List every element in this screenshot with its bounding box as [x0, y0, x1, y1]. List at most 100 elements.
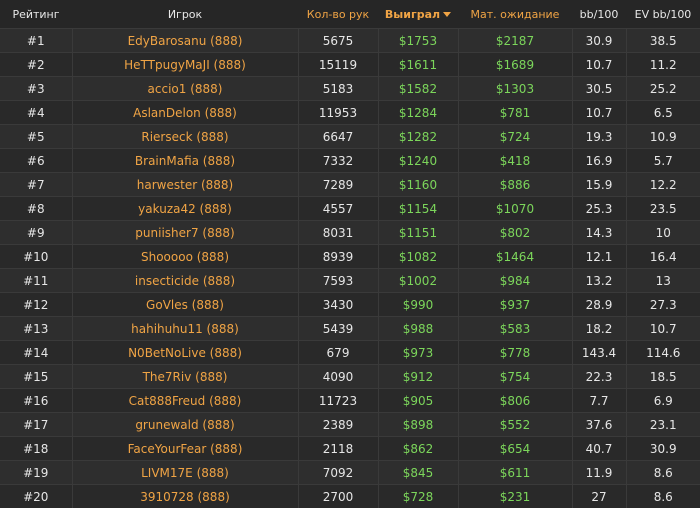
hands-cell: 7593 [298, 269, 378, 293]
won-cell: $1753 [378, 29, 458, 53]
player-link[interactable]: N0BetNoLive (888) [72, 341, 298, 365]
hands-cell: 7092 [298, 461, 378, 485]
ev-cell: $2187 [458, 29, 572, 53]
won-cell: $1240 [378, 149, 458, 173]
rank-cell: #15 [0, 365, 72, 389]
table-row: #14N0BetNoLive (888)679$973$778143.4114.… [0, 341, 700, 365]
won-cell: $973 [378, 341, 458, 365]
player-name[interactable]: Shooooo (888) [141, 250, 229, 264]
evbb100-cell: 16.4 [626, 245, 700, 269]
table-body: #1EdyBarosanu (888)5675$1753$218730.938.… [0, 29, 700, 508]
player-link[interactable]: yakuza42 (888) [72, 197, 298, 221]
player-link[interactable]: GoVles (888) [72, 293, 298, 317]
header-won[interactable]: Выиграл [378, 0, 458, 29]
ev-cell: $1464 [458, 245, 572, 269]
ev-cell: $654 [458, 437, 572, 461]
won-cell: $845 [378, 461, 458, 485]
table-row: #3accio1 (888)5183$1582$130330.525.2 [0, 77, 700, 101]
table-header-row: Рейтинг Игрок Кол-во рук Выиграл Мат. ож… [0, 0, 700, 29]
ev-cell: $937 [458, 293, 572, 317]
bb100-cell: 30.5 [572, 77, 626, 101]
rank-cell: #6 [0, 149, 72, 173]
ev-cell: $724 [458, 125, 572, 149]
hands-cell: 15119 [298, 53, 378, 77]
leaderboard-table: Рейтинг Игрок Кол-во рук Выиграл Мат. ож… [0, 0, 700, 508]
player-link[interactable]: hahihuhu11 (888) [72, 317, 298, 341]
header-hands[interactable]: Кол-во рук [298, 0, 378, 29]
won-cell: $1611 [378, 53, 458, 77]
evbb100-cell: 8.6 [626, 485, 700, 508]
table-row: #2HeTTpugyMaJI (888)15119$1611$168910.71… [0, 53, 700, 77]
won-cell: $1082 [378, 245, 458, 269]
bb100-cell: 10.7 [572, 53, 626, 77]
ev-cell: $778 [458, 341, 572, 365]
bb100-cell: 30.9 [572, 29, 626, 53]
player-link[interactable]: HeTTpugyMaJI (888) [72, 53, 298, 77]
player-name[interactable]: Cat888Freud (888) [129, 394, 242, 408]
header-bb100[interactable]: bb/100 [572, 0, 626, 29]
player-name[interactable]: EdyBarosanu (888) [128, 34, 243, 48]
player-name[interactable]: 3910728 (888) [140, 490, 230, 504]
player-link[interactable]: insecticide (888) [72, 269, 298, 293]
header-rank[interactable]: Рейтинг [0, 0, 72, 29]
evbb100-cell: 23.5 [626, 197, 700, 221]
player-link[interactable]: Shooooo (888) [72, 245, 298, 269]
player-link[interactable]: Rierseck (888) [72, 125, 298, 149]
player-link[interactable]: grunewald (888) [72, 413, 298, 437]
player-link[interactable]: LIVM17E (888) [72, 461, 298, 485]
won-cell: $1002 [378, 269, 458, 293]
rank-cell: #7 [0, 173, 72, 197]
player-name[interactable]: LIVM17E (888) [141, 466, 229, 480]
player-link[interactable]: harwester (888) [72, 173, 298, 197]
player-link[interactable]: AslanDelon (888) [72, 101, 298, 125]
player-link[interactable]: accio1 (888) [72, 77, 298, 101]
player-name[interactable]: harwester (888) [137, 178, 233, 192]
table-row: #19LIVM17E (888)7092$845$61111.98.6 [0, 461, 700, 485]
player-link[interactable]: Cat888Freud (888) [72, 389, 298, 413]
header-player[interactable]: Игрок [72, 0, 298, 29]
evbb100-cell: 18.5 [626, 365, 700, 389]
player-name[interactable]: HeTTpugyMaJI (888) [124, 58, 246, 72]
won-cell: $898 [378, 413, 458, 437]
evbb100-cell: 10.7 [626, 317, 700, 341]
evbb100-cell: 5.7 [626, 149, 700, 173]
player-name[interactable]: puniisher7 (888) [135, 226, 234, 240]
table-row: #8yakuza42 (888)4557$1154$107025.323.5 [0, 197, 700, 221]
evbb100-cell: 12.2 [626, 173, 700, 197]
player-name[interactable]: GoVles (888) [146, 298, 224, 312]
player-name[interactable]: AslanDelon (888) [133, 106, 237, 120]
hands-cell: 7289 [298, 173, 378, 197]
won-cell: $1582 [378, 77, 458, 101]
won-cell: $912 [378, 365, 458, 389]
hands-cell: 4557 [298, 197, 378, 221]
bb100-cell: 40.7 [572, 437, 626, 461]
table-row: #12GoVles (888)3430$990$93728.927.3 [0, 293, 700, 317]
player-name[interactable]: insecticide (888) [135, 274, 235, 288]
header-evbb100[interactable]: EV bb/100 [626, 0, 700, 29]
won-cell: $1160 [378, 173, 458, 197]
ev-cell: $583 [458, 317, 572, 341]
header-ev[interactable]: Мат. ожидание [458, 0, 572, 29]
won-cell: $1151 [378, 221, 458, 245]
player-link[interactable]: EdyBarosanu (888) [72, 29, 298, 53]
player-name[interactable]: accio1 (888) [148, 82, 223, 96]
player-name[interactable]: hahihuhu11 (888) [131, 322, 239, 336]
table-row: #5Rierseck (888)6647$1282$72419.310.9 [0, 125, 700, 149]
player-name[interactable]: Rierseck (888) [141, 130, 228, 144]
player-name[interactable]: N0BetNoLive (888) [128, 346, 242, 360]
player-name[interactable]: grunewald (888) [135, 418, 234, 432]
player-link[interactable]: FaceYourFear (888) [72, 437, 298, 461]
won-cell: $1154 [378, 197, 458, 221]
player-name[interactable]: The7Riv (888) [143, 370, 228, 384]
player-name[interactable]: yakuza42 (888) [138, 202, 232, 216]
player-link[interactable]: 3910728 (888) [72, 485, 298, 508]
evbb100-cell: 38.5 [626, 29, 700, 53]
won-cell: $728 [378, 485, 458, 508]
player-link[interactable]: BrainMafia (888) [72, 149, 298, 173]
player-link[interactable]: puniisher7 (888) [72, 221, 298, 245]
player-name[interactable]: BrainMafia (888) [135, 154, 235, 168]
player-name[interactable]: FaceYourFear (888) [128, 442, 243, 456]
evbb100-cell: 114.6 [626, 341, 700, 365]
player-link[interactable]: The7Riv (888) [72, 365, 298, 389]
ev-cell: $418 [458, 149, 572, 173]
